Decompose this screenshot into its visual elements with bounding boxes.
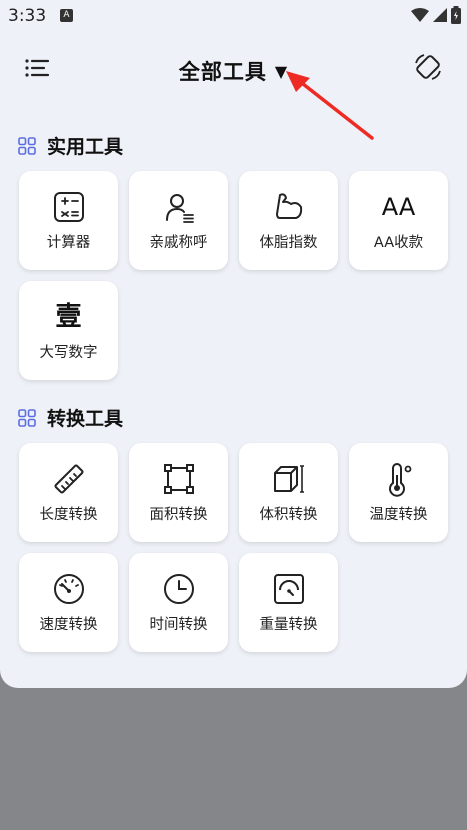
area-square-icon: [163, 464, 194, 494]
tool-volume[interactable]: 体积转换: [239, 443, 338, 542]
tool-label: 大写数字: [39, 345, 98, 361]
cube-icon: [273, 465, 304, 493]
tool-speed[interactable]: 速度转换: [19, 553, 118, 652]
tool-label: 体积转换: [259, 507, 318, 523]
chinese-numeral-icon: 壹: [55, 302, 82, 332]
grid-icon: [18, 408, 36, 427]
title-dropdown[interactable]: 全部工具 ▼: [0, 56, 467, 86]
grid-icon: [18, 136, 36, 155]
tool-label: 温度转换: [369, 507, 428, 523]
tool-aa-payment[interactable]: AA AA收款: [349, 171, 448, 270]
tool-body-fat[interactable]: 体脂指数: [239, 171, 338, 270]
tool-label: 重量转换: [259, 617, 318, 633]
tool-temperature[interactable]: 温度转换: [349, 443, 448, 542]
tool-area[interactable]: 面积转换: [129, 443, 228, 542]
tool-label: 长度转换: [39, 507, 98, 523]
conversion-tools-grid: 长度转换 面积转换 体积转换 温度转换 速度转换 时间转换 重量转换: [19, 443, 448, 652]
section-title-practical: 实用工具: [18, 132, 123, 159]
tool-label: 亲戚称呼: [149, 235, 208, 251]
annotation-arrow: [286, 71, 374, 140]
status-time: 3:33: [8, 6, 47, 26]
signal-icon: [433, 8, 447, 22]
practical-tools-grid: 计算器 亲戚称呼 体脂指数 AA AA收款 壹 大写数字: [19, 171, 448, 380]
tool-calculator[interactable]: 计算器: [19, 171, 118, 270]
tool-relatives[interactable]: 亲戚称呼: [129, 171, 228, 270]
aa-letters-icon: AA: [381, 193, 416, 221]
tool-length[interactable]: 长度转换: [19, 443, 118, 542]
arm-muscle-icon: [275, 193, 302, 219]
ruler-icon: [53, 464, 84, 494]
person-list-icon: [165, 194, 194, 223]
notification-icon: A: [60, 9, 73, 22]
section-title-text: 转换工具: [47, 408, 124, 430]
tool-capital-numbers[interactable]: 壹 大写数字: [19, 281, 118, 380]
status-bar: 3:33 A: [0, 0, 467, 32]
scale-icon: [273, 574, 304, 604]
calculator-icon: [53, 192, 84, 222]
tool-label: AA收款: [373, 235, 424, 251]
tool-time[interactable]: 时间转换: [129, 553, 228, 652]
tool-label: 体脂指数: [259, 235, 318, 251]
app-header: 全部工具 ▼: [0, 44, 467, 92]
tool-label: 时间转换: [149, 617, 208, 633]
thermometer-icon: [388, 463, 411, 497]
wifi-icon: [411, 8, 429, 22]
tool-label: 计算器: [46, 235, 91, 251]
rotate-screen-icon[interactable]: [413, 52, 443, 82]
section-title-text: 实用工具: [47, 136, 124, 158]
tool-label: 面积转换: [149, 507, 208, 523]
battery-icon: [451, 6, 461, 24]
speedometer-icon: [53, 574, 84, 604]
page-title: 全部工具: [178, 60, 267, 84]
clock-icon: [163, 574, 194, 604]
system-icons: [411, 6, 461, 24]
section-title-conversion: 转换工具: [18, 404, 123, 431]
tools-sheet: 3:33 A 全部工具 ▼ 实用工具 计算器 亲戚称呼 体脂指数 AA AA收款…: [0, 0, 467, 688]
tool-weight[interactable]: 重量转换: [239, 553, 338, 652]
tool-label: 速度转换: [39, 617, 98, 633]
